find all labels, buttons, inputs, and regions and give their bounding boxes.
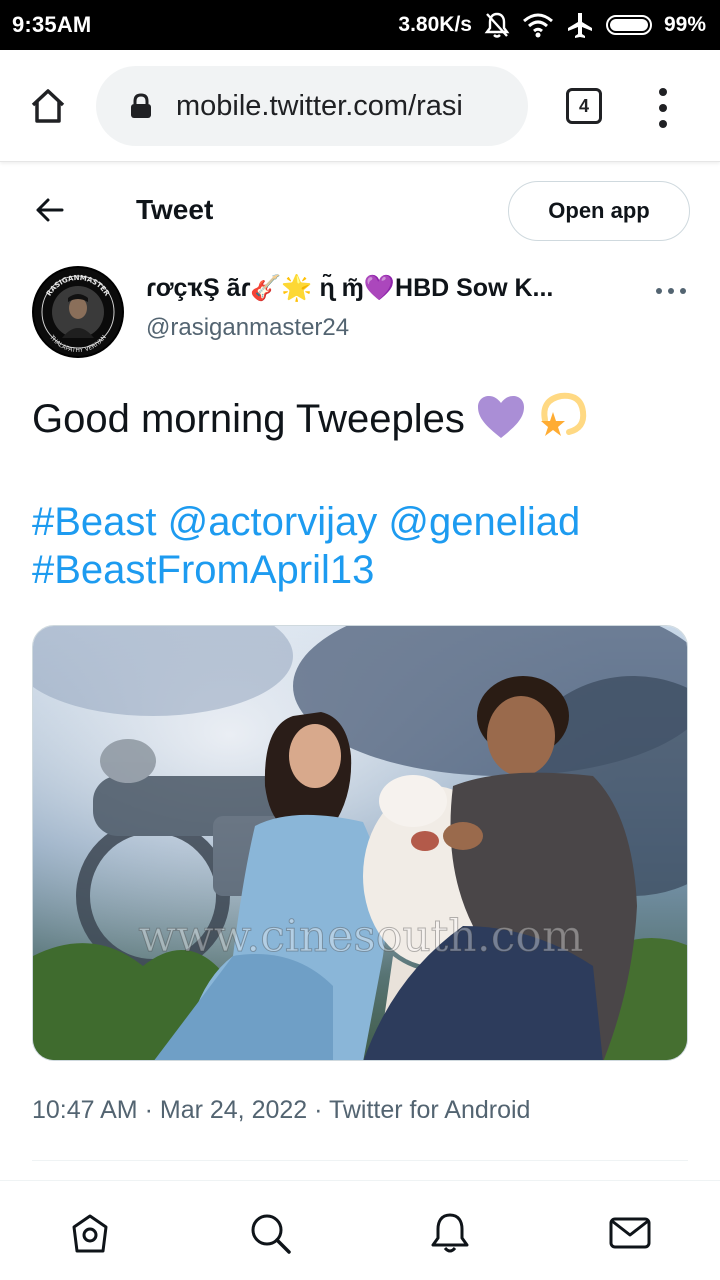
avatar-image: RASIGANMASTER THALAPATHY VERIYAN — [34, 268, 122, 356]
mention-link[interactable]: @geneliad — [388, 500, 580, 544]
more-dot-icon — [680, 288, 686, 294]
tweet-image[interactable]: www.cinesouth.com — [32, 625, 688, 1061]
more-dot-icon — [656, 288, 662, 294]
status-bar: 9:35AM 3.80K/s 99% — [0, 0, 720, 50]
hashtag-link[interactable]: #Beast — [32, 500, 157, 544]
url-text: mobile.twitter.com/rasi — [176, 89, 463, 122]
tab-switcher-button[interactable]: 4 — [566, 88, 602, 124]
back-button[interactable] — [34, 196, 66, 224]
bottom-navigation — [0, 1180, 720, 1280]
tweet-date[interactable]: Mar 24, 2022 — [160, 1096, 307, 1124]
menu-dot-icon — [659, 104, 667, 112]
wifi-icon — [522, 12, 554, 38]
tweet-hashtags: #Beast @actorvijay @geneliad #BeastFromA… — [32, 498, 692, 594]
purple-heart-icon — [477, 396, 524, 438]
open-app-button[interactable]: Open app — [508, 181, 690, 241]
author-avatar[interactable]: RASIGANMASTER THALAPATHY VERIYAN — [32, 266, 124, 358]
tweet-source[interactable]: Twitter for Android — [329, 1096, 530, 1124]
home-outline-icon — [31, 89, 65, 123]
search-icon[interactable] — [248, 1211, 292, 1255]
notifications-icon[interactable] — [428, 1211, 472, 1255]
hashtag-link[interactable]: #BeastFromApril13 — [32, 548, 374, 592]
back-arrow-icon — [36, 198, 64, 222]
tweet-text-body: Good morning Tweeples — [32, 397, 465, 441]
tweet-meta: 10:47 AM · Mar 24, 2022 · Twitter for An… — [32, 1096, 530, 1125]
browser-toolbar: mobile.twitter.com/rasi 4 — [0, 50, 720, 162]
airplane-icon — [566, 11, 594, 39]
more-dot-icon — [668, 288, 674, 294]
tweet-text: Good morning Tweeples — [32, 390, 692, 443]
battery-icon — [605, 15, 652, 35]
tweet-time[interactable]: 10:47 AM — [32, 1096, 138, 1124]
battery-percent: 99% — [663, 13, 706, 36]
mention-link[interactable]: @actorvijay — [168, 500, 378, 544]
network-speed: 3.80K/s — [398, 13, 472, 36]
lock-icon — [131, 93, 151, 118]
url-bar[interactable]: mobile.twitter.com/rasi — [96, 66, 528, 146]
author-display-name[interactable]: ɾơçҡŞ ãɾ🎸🌟 ɳ̃ ɱ̃💜HBD Sow K... — [146, 274, 616, 303]
meta-separator: · — [314, 1096, 323, 1124]
tab-count: 4 — [578, 95, 589, 116]
author-handle[interactable]: @rasiganmaster24 — [146, 314, 349, 342]
browser-home-button[interactable] — [28, 86, 68, 126]
menu-dot-icon — [659, 120, 667, 128]
messages-icon[interactable] — [608, 1211, 652, 1255]
dizzy-star-icon — [541, 392, 587, 436]
browser-menu-button[interactable] — [656, 88, 670, 128]
image-watermark: www.cinesouth.com — [138, 911, 583, 962]
menu-dot-icon — [659, 88, 667, 96]
status-icons: 3.80K/s 99% — [398, 11, 706, 39]
home-icon[interactable] — [68, 1211, 112, 1255]
divider — [32, 1160, 688, 1161]
meta-separator: · — [144, 1096, 153, 1124]
page-title: Tweet — [136, 194, 214, 225]
more-options-button[interactable] — [656, 286, 686, 296]
mute-bell-icon — [484, 11, 510, 39]
status-time: 9:35AM — [12, 12, 92, 37]
tweet-photo: www.cinesouth.com — [33, 626, 687, 1060]
